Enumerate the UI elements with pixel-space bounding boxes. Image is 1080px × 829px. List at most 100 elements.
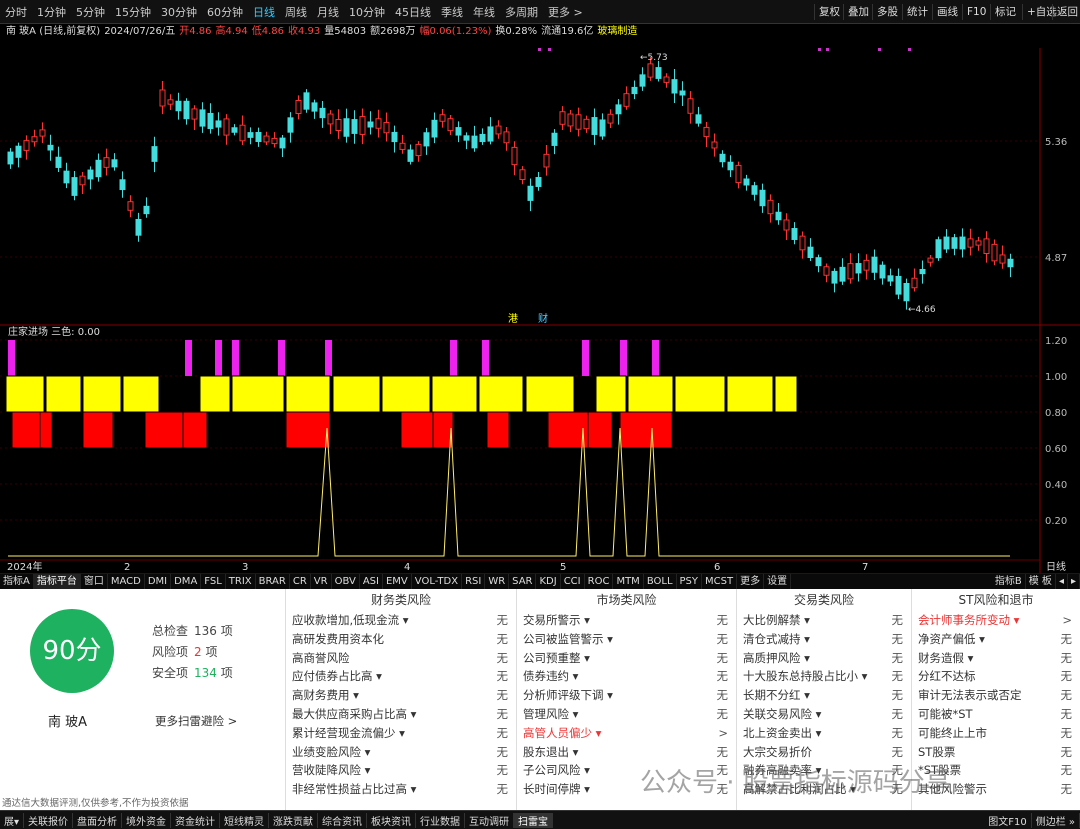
indicator-tab-22[interactable]: BOLL <box>644 573 677 590</box>
indicator-tab-2[interactable]: 窗口 <box>81 573 108 590</box>
indicator-tab-8[interactable]: BRAR <box>256 573 290 590</box>
risk-item[interactable]: 管理风险 ▾ 无 <box>517 705 736 724</box>
period-tab-9[interactable]: 10分钟 <box>344 4 390 20</box>
toolbar-button-6[interactable]: 标记 <box>990 4 1020 20</box>
bottom-right-1[interactable]: 侧边栏 » <box>1032 812 1080 828</box>
period-tab-1[interactable]: 1分钟 <box>32 4 71 20</box>
period-tab-4[interactable]: 30分钟 <box>156 4 202 20</box>
indicator-tab-21[interactable]: MTM <box>613 573 644 590</box>
risk-item[interactable]: 累计经营现金流偏少 ▾ 无 <box>286 724 516 743</box>
bottom-tab-7[interactable]: 综合资讯 <box>318 812 368 828</box>
indicator-tab-0[interactable]: 指标A <box>0 573 34 590</box>
risk-item[interactable]: 应付债券占比高 ▾ 无 <box>286 667 516 686</box>
period-tab-2[interactable]: 5分钟 <box>71 4 110 20</box>
risk-item[interactable]: ST股票 无 <box>912 743 1080 762</box>
risk-item[interactable]: 审计无法表示或否定 无 <box>912 686 1080 705</box>
indicator-tab-15[interactable]: RSI <box>462 573 486 590</box>
risk-item[interactable]: 财务造假 ▾ 无 <box>912 649 1080 668</box>
period-tab-14[interactable]: 更多 > <box>543 4 588 20</box>
risk-item[interactable]: 股东退出 ▾ 无 <box>517 743 736 762</box>
indicator-tab-3[interactable]: MACD <box>108 573 145 590</box>
risk-item[interactable]: 高研发费用资本化 无 <box>286 630 516 649</box>
candlestick-chart[interactable]: 5.36 4.87 ←5.73 ←4.66 港 财 <box>0 48 1080 324</box>
indicator-tab-4[interactable]: DMI <box>145 573 172 590</box>
risk-item[interactable]: 分红不达标 无 <box>912 667 1080 686</box>
bottom-tab-2[interactable]: 盘面分析 <box>73 812 123 828</box>
period-tab-6[interactable]: 日线 <box>248 4 280 20</box>
risk-item[interactable]: 公司被监管警示 ▾ 无 <box>517 630 736 649</box>
risk-item[interactable]: 高财务费用 ▾ 无 <box>286 686 516 705</box>
risk-item[interactable]: 大比例解禁 ▾ 无 <box>737 611 911 630</box>
toolbar-button-2[interactable]: 多股 <box>872 4 902 20</box>
toolbar-button-0[interactable]: 复权 <box>814 4 844 20</box>
bottom-tab-3[interactable]: 境外资金 <box>122 812 172 828</box>
risk-item[interactable]: 关联交易风险 ▾ 无 <box>737 705 911 724</box>
toolbar-button-1[interactable]: 叠加 <box>843 4 873 20</box>
bottom-tab-4[interactable]: 资金统计 <box>171 812 221 828</box>
bottom-tab-11[interactable]: 扫雷宝 <box>514 812 554 828</box>
indicator-tab-10[interactable]: VR <box>311 573 332 590</box>
risk-item[interactable]: 高质押风险 ▾ 无 <box>737 649 911 668</box>
period-tab-5[interactable]: 60分钟 <box>202 4 248 20</box>
risk-item[interactable]: 净资产偏低 ▾ 无 <box>912 630 1080 649</box>
indicator-tab-14[interactable]: VOL-TDX <box>412 573 463 590</box>
risk-item[interactable]: 可能被*ST 无 <box>912 705 1080 724</box>
indicator-tab-5[interactable]: DMA <box>171 573 202 590</box>
bottom-tab-8[interactable]: 板块资讯 <box>367 812 417 828</box>
indicator-right-3[interactable]: ▸ <box>1068 573 1080 590</box>
period-tab-8[interactable]: 月线 <box>312 4 344 20</box>
bottom-tab-10[interactable]: 互动调研 <box>465 812 515 828</box>
bottom-right-0[interactable]: 图文F10 <box>984 812 1032 828</box>
risk-item[interactable]: 分析师评级下调 ▾ 无 <box>517 686 736 705</box>
bottom-tab-1[interactable]: 关联报价 <box>24 812 74 828</box>
indicator-tab-6[interactable]: FSL <box>201 573 226 590</box>
bottom-tab-5[interactable]: 短线精灵 <box>220 812 270 828</box>
period-tab-0[interactable]: 分时 <box>0 4 32 20</box>
indicator-tab-23[interactable]: PSY <box>677 573 703 590</box>
indicator-tab-13[interactable]: EMV <box>383 573 412 590</box>
period-tab-10[interactable]: 45日线 <box>390 4 436 20</box>
risk-item[interactable]: 营收陡降风险 ▾ 无 <box>286 761 516 780</box>
risk-item[interactable]: 清仓式减持 ▾ 无 <box>737 630 911 649</box>
indicator-tab-1[interactable]: 指标平台 <box>33 573 81 590</box>
indicator-tab-17[interactable]: SAR <box>509 573 537 590</box>
risk-item[interactable]: 最大供应商采购占比高 ▾ 无 <box>286 705 516 724</box>
indicator-tab-19[interactable]: CCI <box>561 573 585 590</box>
risk-item[interactable]: 交易所警示 ▾ 无 <box>517 611 736 630</box>
risk-item[interactable]: 高商誉风险 无 <box>286 649 516 668</box>
indicator-tab-9[interactable]: CR <box>290 573 311 590</box>
risk-item[interactable]: 长期不分红 ▾ 无 <box>737 686 911 705</box>
indicator-tab-18[interactable]: KDJ <box>536 573 561 590</box>
risk-item[interactable]: 高管人员偏少 ▾ > <box>517 724 736 743</box>
indicator-tab-20[interactable]: ROC <box>585 573 614 590</box>
toolbar-button-5[interactable]: F10 <box>962 4 990 20</box>
indicator-tab-11[interactable]: OBV <box>332 573 360 590</box>
risk-item[interactable]: 非经常性损益占比过高 ▾ 无 <box>286 780 516 799</box>
bottom-tab-6[interactable]: 涨跌贡献 <box>269 812 319 828</box>
toolbar-button-4[interactable]: 画线 <box>932 4 962 20</box>
indicator-right-2[interactable]: ◂ <box>1056 573 1068 590</box>
indicator-tab-7[interactable]: TRIX <box>226 573 256 590</box>
more-scan-link[interactable]: 更多扫雷避险 > <box>155 713 237 729</box>
risk-item[interactable]: 北上资金卖出 ▾ 无 <box>737 724 911 743</box>
indicator-tab-25[interactable]: 更多 <box>737 573 765 590</box>
indicator-chart[interactable]: 庄家进场 三色: 0.00 1.20 1.00 0.80 0.60 0.40 0.20 202… <box>0 324 1080 573</box>
risk-item[interactable]: 业绩变脸风险 ▾ 无 <box>286 743 516 762</box>
risk-item[interactable]: 公司预重整 ▾ 无 <box>517 649 736 668</box>
indicator-tab-12[interactable]: ASI <box>360 573 383 590</box>
risk-item[interactable]: 十大股东总持股占比小 ▾ 无 <box>737 667 911 686</box>
period-tab-12[interactable]: 年线 <box>468 4 500 20</box>
risk-item[interactable]: 可能终止上市 无 <box>912 724 1080 743</box>
risk-item[interactable]: 大宗交易折价 无 <box>737 743 911 762</box>
indicator-right-1[interactable]: 模 板 <box>1026 573 1056 590</box>
period-tab-11[interactable]: 季线 <box>436 4 468 20</box>
indicator-tab-16[interactable]: WR <box>485 573 510 590</box>
period-tab-7[interactable]: 周线 <box>280 4 312 20</box>
toolbar-button-3[interactable]: 统计 <box>902 4 932 20</box>
period-tab-13[interactable]: 多周期 <box>500 4 543 20</box>
risk-item[interactable]: 会计师事务所变动 ▾ > <box>912 611 1080 630</box>
risk-item[interactable]: 应收款增加,低现金流 ▾ 无 <box>286 611 516 630</box>
bottom-tab-9[interactable]: 行业数据 <box>416 812 466 828</box>
indicator-tab-24[interactable]: MCST <box>702 573 738 590</box>
indicator-tab-26[interactable]: 设置 <box>764 573 792 590</box>
